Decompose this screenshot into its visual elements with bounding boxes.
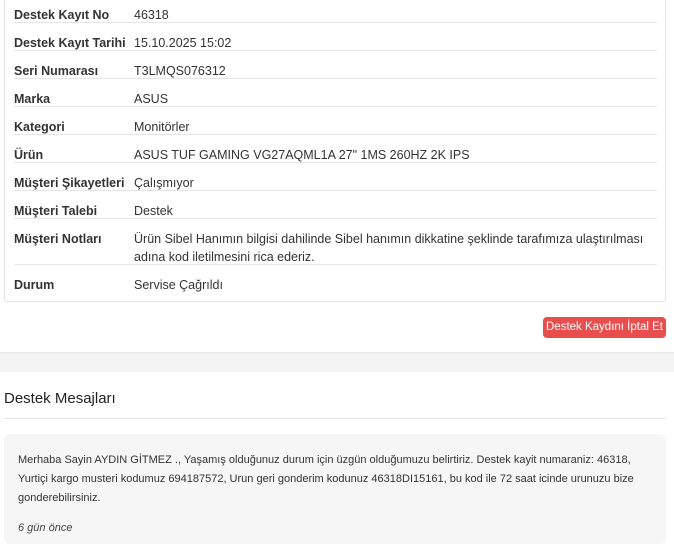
detail-value: ASUS: [134, 92, 169, 106]
detail-value: Çalışmıyor: [134, 176, 194, 190]
detail-row-serial-number: Seri Numarası T3LMQS076312: [14, 62, 657, 79]
detail-label: Destek Kayıt No: [14, 8, 110, 22]
message-text: Merhaba Sayin AYDIN GİTMEZ ., Yaşamış ol…: [18, 454, 634, 504]
detail-label: Ürün: [14, 148, 44, 162]
detail-row-notes: Müşteri Notları Ürün Sibel Hanımın bilgi…: [14, 230, 657, 265]
detail-value: 46318: [134, 8, 169, 22]
detail-row-record-no: Destek Kayıt No 46318: [14, 6, 657, 23]
detail-label: Marka: [14, 92, 51, 106]
detail-label: Durum: [14, 278, 55, 292]
status-value: Servise Çağrıldı: [134, 278, 223, 292]
detail-label: Müşteri Notları: [14, 232, 102, 246]
detail-label: Müşteri Şikayetleri: [14, 176, 125, 190]
section-divider: [0, 352, 674, 372]
detail-row-status: Durum Servise Çağrıldı: [14, 276, 657, 293]
detail-value: Destek: [134, 204, 173, 218]
detail-value: Ürün Sibel Hanımın bilgisi dahilinde Sib…: [134, 232, 644, 264]
detail-row-category: Kategori Monitörler: [14, 118, 657, 135]
detail-value: Monitörler: [134, 120, 190, 134]
detail-row-product: Ürün ASUS TUF GAMING VG27AQML1A 27" 1MS …: [14, 146, 657, 163]
detail-label: Kategori: [14, 120, 65, 134]
detail-value: ASUS TUF GAMING VG27AQML1A 27" 1MS 260HZ…: [134, 148, 470, 162]
detail-value: 15.10.2025 15:02: [134, 36, 232, 50]
detail-row-request: Müşteri Talebi Destek: [14, 202, 657, 219]
support-details-card: Destek Kayıt No 46318 Destek Kayıt Tarih…: [4, 0, 666, 302]
detail-label: Müşteri Talebi: [14, 204, 98, 218]
title-divider: [4, 418, 666, 419]
detail-row-record-date: Destek Kayıt Tarihi 15.10.2025 15:02: [14, 34, 657, 51]
cancel-support-record-button[interactable]: Destek Kaydını İptal Et: [543, 317, 666, 338]
messages-section-title: Destek Mesajları: [4, 390, 116, 407]
detail-row-brand: Marka ASUS: [14, 90, 657, 107]
detail-value: T3LMQS076312: [134, 64, 226, 78]
detail-label: Destek Kayıt Tarihi: [14, 36, 126, 50]
detail-row-complaints: Müşteri Şikayetleri Çalışmıyor: [14, 174, 657, 191]
message-timestamp: 6 gün önce: [18, 522, 73, 534]
message-item: Merhaba Sayin AYDIN GİTMEZ ., Yaşamış ol…: [4, 434, 666, 544]
detail-label: Seri Numarası: [14, 64, 99, 78]
